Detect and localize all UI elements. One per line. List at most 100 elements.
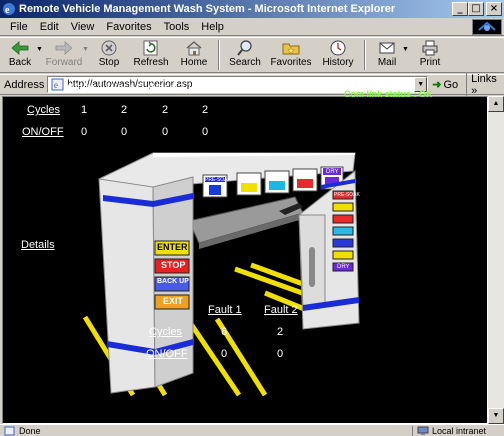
search-button[interactable]: Search (224, 38, 266, 72)
toolbar-separator (218, 40, 220, 70)
svg-text:e: e (5, 5, 10, 16)
fault2-cycles-value: 2 (276, 326, 284, 338)
history-label: History (322, 57, 354, 68)
printer-icon (422, 40, 438, 56)
menu-help[interactable]: Help (195, 21, 230, 33)
go-button[interactable]: ➜ Go (432, 78, 458, 92)
menu-file[interactable]: File (4, 21, 34, 33)
wash2-onoff-value: 0 (120, 126, 128, 138)
wash4-header: Wash 4 (188, 82, 225, 94)
search-label: Search (229, 57, 261, 68)
fault1-cycles-value: 6 (220, 326, 228, 338)
toolbar: Back ▼ Forward ▼ Stop Refresh Home Searc… (0, 37, 504, 73)
wash3-header: Wash 3 (148, 82, 185, 94)
favorites-button[interactable]: Favorites (266, 38, 316, 72)
home-label: Home (180, 57, 208, 68)
page-content: ENTER STOP BACK UP EXIT PRE-SOAK DRY PRE… (2, 96, 488, 424)
cycles-row-label: Cycles (27, 104, 61, 116)
wash4-onoff-value: 0 (201, 126, 209, 138)
wash1-cycles-value: 1 (80, 104, 88, 116)
fault1-header: Fault 1 (208, 304, 242, 316)
history-icon (330, 40, 346, 56)
menu-tools[interactable]: Tools (158, 21, 196, 33)
ie-throbber-logo (472, 19, 502, 35)
security-zone: Local intranet (412, 425, 504, 436)
links-label: Links (471, 72, 497, 85)
page-icon: e (51, 78, 64, 91)
back-button[interactable]: Back (2, 38, 38, 72)
scroll-down-icon[interactable]: ▼ (488, 408, 504, 424)
machine-side-dry-label: DRY (337, 264, 350, 270)
refresh-button[interactable]: Refresh (128, 38, 174, 72)
mail-icon (379, 42, 395, 54)
wash3-onoff-value: 0 (161, 126, 169, 138)
svg-text:e: e (54, 80, 58, 90)
machine-btn-exit-label: EXIT (163, 296, 184, 306)
wash1-header: Wash 1 (67, 82, 104, 94)
go-arrow-icon: ➜ (432, 79, 442, 91)
stop-icon (101, 40, 117, 56)
wash2-header: Wash 2 (107, 82, 144, 94)
menu-view[interactable]: View (65, 21, 101, 33)
history-button[interactable]: History (316, 38, 360, 72)
stop-label: Stop (98, 57, 120, 68)
favorites-folder-icon (282, 43, 300, 55)
menu-favorites[interactable]: Favorites (100, 21, 157, 33)
intranet-icon (417, 426, 429, 435)
vertical-scrollbar[interactable]: ▲ ▼ (488, 96, 504, 424)
com-link-status: Com link status : OK (344, 89, 433, 99)
menu-edit[interactable]: Edit (34, 21, 65, 33)
details-link[interactable]: Details (21, 239, 55, 251)
print-button[interactable]: Print (410, 38, 450, 72)
machine-top-presoak-label: PRE-SOAK (205, 177, 231, 183)
scroll-up-icon[interactable]: ▲ (488, 96, 504, 112)
close-button[interactable]: × (486, 2, 502, 16)
refresh-label: Refresh (133, 57, 169, 68)
print-label: Print (419, 57, 441, 68)
title-bar: e Remote Vehicle Management Wash System … (0, 0, 504, 18)
fault-cycles-row-label: Cycles (149, 326, 183, 338)
forward-arrow-icon (55, 41, 73, 55)
wash1-onoff-value: 0 (80, 126, 88, 138)
onoff-row-label: ON/OFF (22, 126, 64, 138)
links-chevron-icon: » (471, 84, 478, 97)
mail-dropdown-icon[interactable]: ▼ (402, 46, 410, 53)
maximize-button[interactable]: □ (468, 2, 484, 16)
links-button[interactable]: Links » (466, 72, 504, 97)
window-title: Remote Vehicle Management Wash System - … (19, 3, 396, 15)
back-label: Back (8, 57, 32, 68)
favorites-label: Favorites (270, 57, 312, 68)
refresh-icon (143, 40, 158, 56)
ie-app-icon[interactable]: e (2, 2, 16, 16)
wash2-cycles-value: 2 (120, 104, 128, 116)
status-bar: Done Local intranet (0, 424, 504, 436)
home-button[interactable]: Home (174, 38, 214, 72)
home-icon (186, 41, 202, 56)
back-arrow-icon (11, 41, 29, 55)
status-text: Done (19, 425, 41, 436)
search-icon (237, 40, 252, 56)
wash3-cycles-value: 2 (161, 104, 169, 116)
machine-btn-stop-label: STOP (161, 260, 186, 270)
wash-bay-machine-image (82, 152, 360, 397)
machine-btn-enter-label: ENTER (157, 242, 188, 252)
back-dropdown-icon[interactable]: ▼ (36, 46, 44, 53)
wash4-cycles-value: 2 (201, 104, 209, 116)
machine-btn-backup-label: BACK UP (157, 278, 189, 285)
fault2-onoff-value: 0 (276, 348, 284, 360)
zone-label: Local intranet (432, 425, 487, 436)
forward-dropdown-icon[interactable]: ▼ (82, 46, 90, 53)
toolbar-separator (364, 40, 366, 70)
machine-side-presoak-label: PRE-SOAK (334, 192, 360, 198)
forward-button[interactable]: Forward (44, 38, 84, 72)
forward-label: Forward (45, 57, 83, 68)
mail-button[interactable]: Mail (370, 38, 404, 72)
page-done-icon (4, 426, 15, 435)
stop-button[interactable]: Stop (90, 38, 128, 72)
right-control-panel (332, 190, 354, 272)
menu-bar: File Edit View Favorites Tools Help (0, 18, 504, 36)
mail-label: Mail (377, 57, 397, 68)
minimize-button[interactable]: _ (452, 2, 468, 16)
fault-onoff-row-label: ON/OFF (146, 348, 188, 360)
fault2-header: Fault 2 (264, 304, 298, 316)
